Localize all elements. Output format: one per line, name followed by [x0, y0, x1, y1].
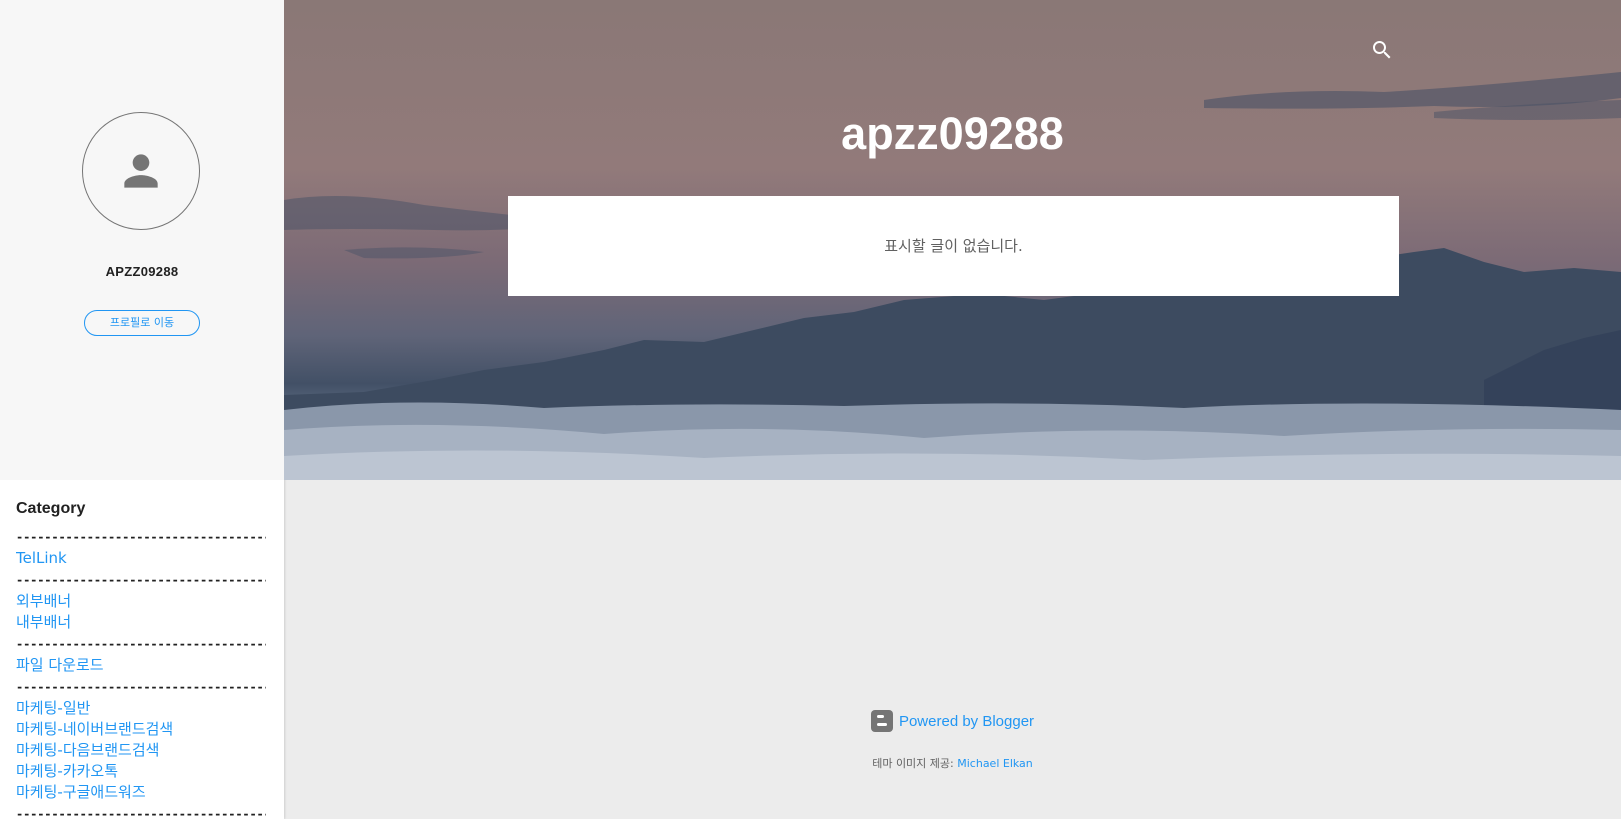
category-line: TelLink [16, 548, 266, 569]
category-line: 내부배너 [16, 612, 266, 633]
footer: Powered by Blogger 테마 이미지 제공: Michael El… [284, 710, 1621, 771]
category-line: ---------------------------------------- [16, 803, 266, 819]
category-link[interactable]: 내부배너 [16, 613, 71, 631]
header-hero: apzz09288 표시할 글이 없습니다. [284, 0, 1621, 480]
category-line: 마케팅-일반 [16, 698, 266, 719]
category-line: 외부배너 [16, 591, 266, 612]
category-line: ---------------------------------------- [16, 526, 266, 548]
attribution-author-link[interactable]: Michael Elkan [957, 757, 1033, 770]
avatar[interactable] [82, 112, 200, 230]
category-link[interactable]: 마케팅-네이버브랜드검색 [16, 720, 173, 738]
category-link[interactable]: 마케팅-일반 [16, 699, 90, 717]
category-separator: ---------------------------------------- [16, 573, 266, 587]
category-link[interactable]: 파일 다운로드 [16, 656, 104, 674]
powered-by-blogger-link[interactable]: Powered by Blogger [870, 710, 1035, 732]
category-line: 파일 다운로드 [16, 655, 266, 676]
category-link[interactable]: 마케팅-다음브랜드검색 [16, 741, 159, 759]
category-line: ---------------------------------------- [16, 676, 266, 698]
category-link[interactable]: TelLink [16, 549, 67, 567]
blog-title[interactable]: apzz09288 [284, 108, 1621, 160]
go-to-profile-button[interactable]: 프로필로 이동 [84, 310, 200, 336]
category-list: ----------------------------------------… [16, 526, 266, 819]
category-line: ---------------------------------------- [16, 633, 266, 655]
profile-section: APZZ09288 프로필로 이동 [0, 0, 284, 480]
category-line: 마케팅-네이버브랜드검색 [16, 719, 266, 740]
category-link[interactable]: 마케팅-구글애드워즈 [16, 783, 146, 801]
attribution-prefix: 테마 이미지 제공: [872, 757, 958, 770]
category-separator: ---------------------------------------- [16, 530, 266, 544]
blogger-icon [870, 710, 893, 732]
category-title: Category [16, 500, 86, 517]
category-separator: ---------------------------------------- [16, 680, 266, 694]
category-line: 마케팅-다음브랜드검색 [16, 740, 266, 761]
empty-posts-message: 표시할 글이 없습니다. [508, 196, 1399, 296]
category-separator: ---------------------------------------- [16, 637, 266, 651]
person-icon [124, 154, 158, 188]
category-line: ---------------------------------------- [16, 569, 266, 591]
category-separator: ---------------------------------------- [16, 807, 266, 819]
category-line: 마케팅-카카오톡 [16, 761, 266, 782]
theme-attribution: 테마 이미지 제공: Michael Elkan [284, 755, 1621, 771]
category-link[interactable]: 외부배너 [16, 592, 71, 610]
category-link[interactable]: 마케팅-카카오톡 [16, 762, 118, 780]
sidebar: APZZ09288 프로필로 이동 Category -------------… [0, 0, 284, 819]
powered-by-label: Powered by Blogger [898, 712, 1035, 730]
search-icon[interactable] [1370, 38, 1394, 62]
category-widget: Category -------------------------------… [16, 500, 266, 819]
category-line: 마케팅-구글애드워즈 [16, 782, 266, 803]
profile-name: APZZ09288 [105, 264, 179, 279]
